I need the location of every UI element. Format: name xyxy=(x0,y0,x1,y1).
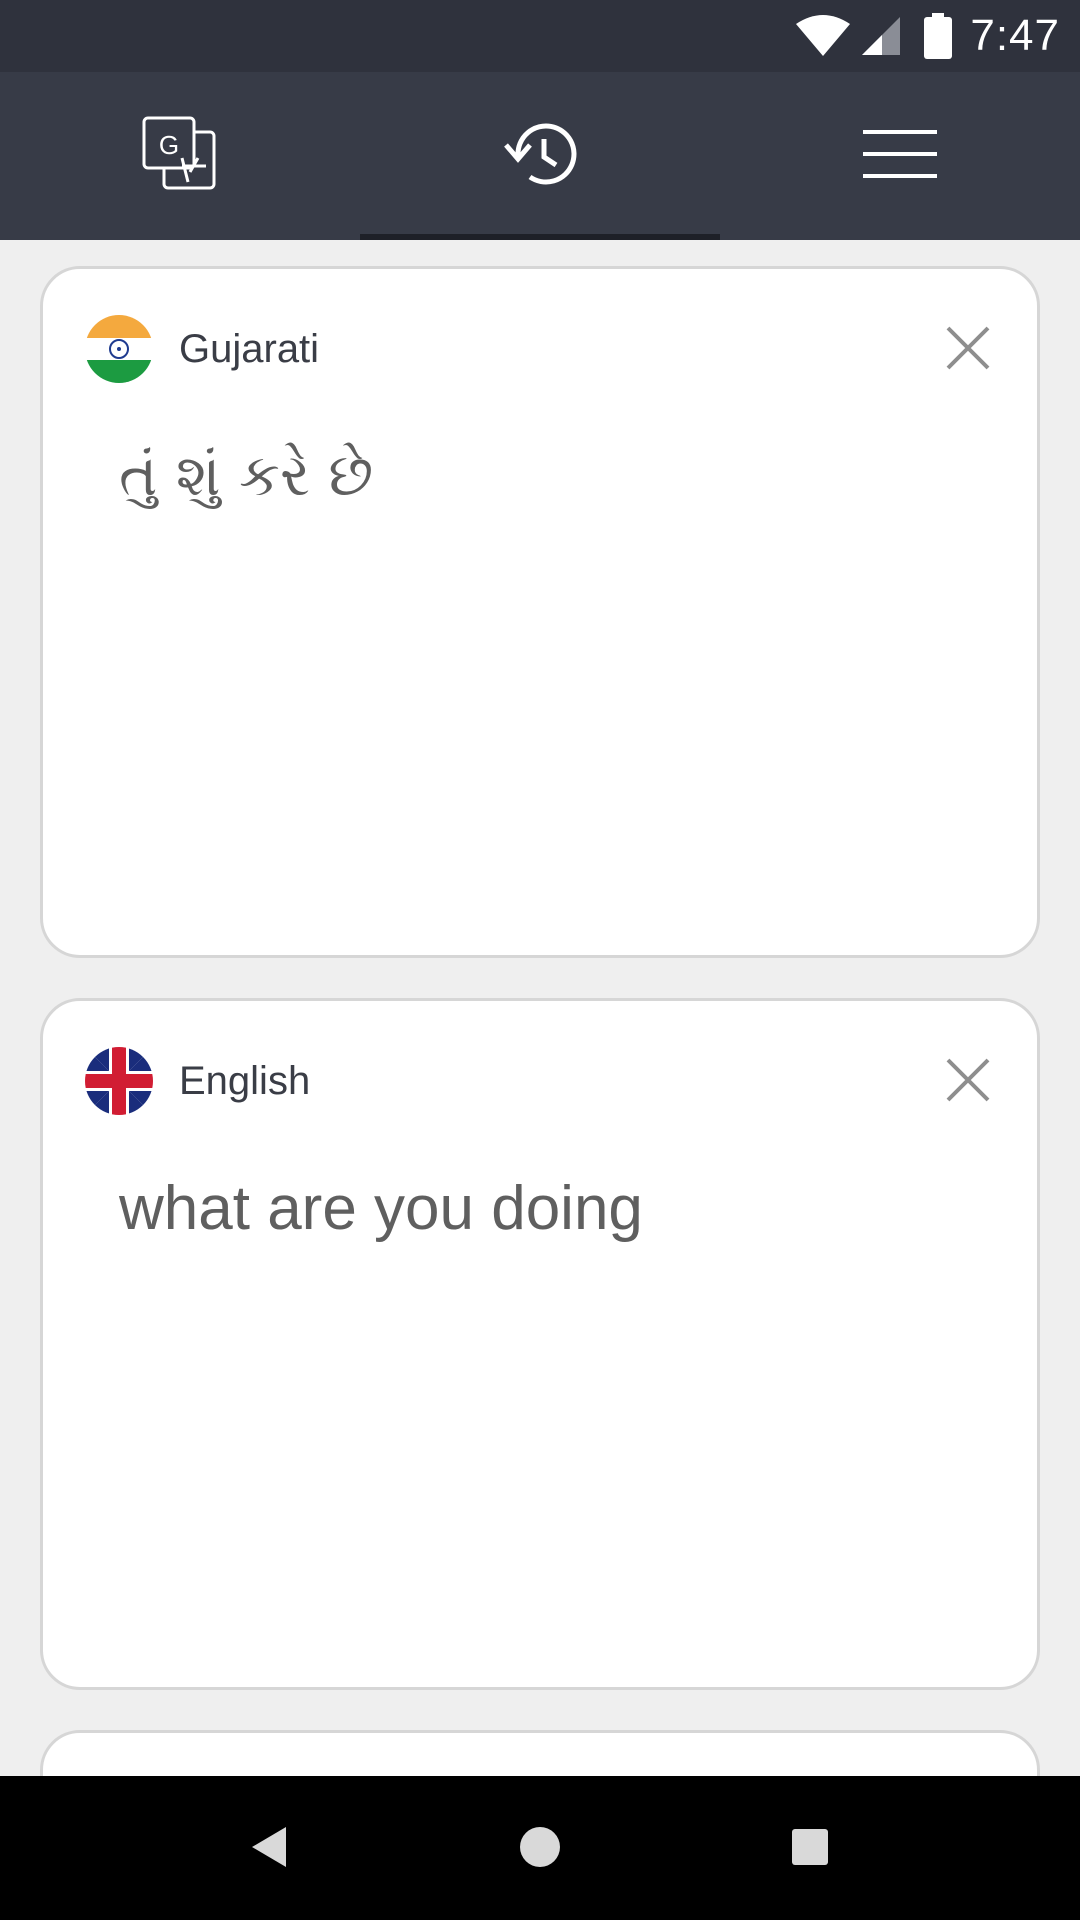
source-card[interactable]: Gujarati તું શું કરે છે xyxy=(40,266,1040,958)
card-header: English xyxy=(85,1045,310,1117)
india-flag-icon xyxy=(85,315,153,383)
screen: 7:47 G Gujarati તું શું કરે છે English w… xyxy=(0,0,1080,1920)
status-icons: 7:47 xyxy=(794,0,1060,72)
translate-icon: G xyxy=(142,116,218,197)
close-button[interactable] xyxy=(945,1057,991,1103)
battery-icon xyxy=(924,13,953,59)
close-button[interactable] xyxy=(945,325,991,371)
status-bar: 7:47 xyxy=(0,0,1080,72)
home-button[interactable] xyxy=(505,1814,575,1884)
history-icon xyxy=(502,119,578,194)
svg-text:G: G xyxy=(159,130,179,160)
active-tab-indicator xyxy=(360,234,720,240)
source-text: તું શું કરે છે xyxy=(119,441,374,509)
uk-flag-icon xyxy=(85,1047,153,1115)
recents-icon xyxy=(790,1827,830,1872)
target-card[interactable]: English what are you doing xyxy=(40,998,1040,1690)
signal-icon xyxy=(860,15,902,57)
top-nav: G xyxy=(0,72,1080,240)
tab-history[interactable] xyxy=(360,72,720,240)
language-name: English xyxy=(179,1058,311,1103)
translated-text: what are you doing xyxy=(119,1174,643,1243)
language-name: Gujarati xyxy=(179,326,320,371)
recents-button[interactable] xyxy=(775,1814,845,1884)
home-icon xyxy=(518,1825,562,1874)
back-button[interactable] xyxy=(235,1814,305,1884)
tab-menu[interactable] xyxy=(720,72,1080,240)
tab-translate[interactable]: G xyxy=(0,72,360,240)
close-icon xyxy=(945,326,991,375)
back-icon xyxy=(248,1825,292,1874)
menu-icon xyxy=(863,128,937,185)
close-icon xyxy=(945,1058,991,1107)
status-time: 7:47 xyxy=(970,11,1060,60)
system-nav-bar xyxy=(0,1776,1080,1920)
wifi-icon xyxy=(794,14,852,58)
card-header: Gujarati xyxy=(85,313,319,385)
